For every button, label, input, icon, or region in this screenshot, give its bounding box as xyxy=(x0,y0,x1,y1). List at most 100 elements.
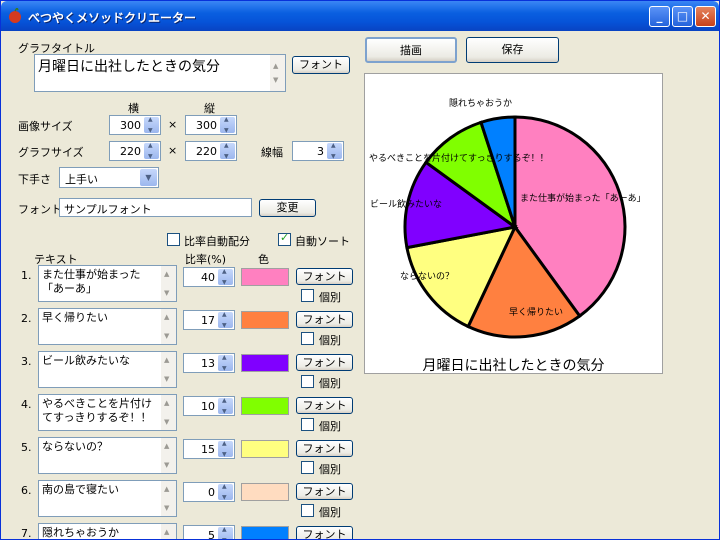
graph-height-spinner[interactable]: 220 xyxy=(185,141,237,161)
scrollbar[interactable] xyxy=(161,266,176,301)
row-font-button[interactable]: フォント xyxy=(296,440,353,457)
row-ratio-value: 15 xyxy=(201,443,215,456)
auto-sort-checkbox[interactable] xyxy=(278,231,291,246)
row-font-button[interactable]: フォント xyxy=(296,268,353,285)
row-ratio-spinner[interactable]: 13 xyxy=(183,353,235,373)
maximize-icon: □ xyxy=(676,9,689,23)
row-individual-checkbox[interactable] xyxy=(301,375,314,388)
scrollbar[interactable] xyxy=(161,309,176,344)
slice-label-5: 隠れちゃおうか xyxy=(449,99,513,109)
spinner-arrows[interactable] xyxy=(144,116,159,134)
scrollbar[interactable] xyxy=(161,438,176,473)
save-button[interactable]: 保存 xyxy=(466,37,559,63)
slice-label-2: ならないの？ xyxy=(400,272,455,282)
row-ratio-spinner[interactable]: 10 xyxy=(183,396,235,416)
spinner-arrows[interactable] xyxy=(218,311,233,329)
spinner-arrows[interactable] xyxy=(144,142,159,160)
line-width-spinner[interactable]: 3 xyxy=(292,141,344,161)
draw-button[interactable]: 描画 xyxy=(365,37,457,63)
row-color-swatch[interactable] xyxy=(241,483,289,501)
row-ratio-spinner[interactable]: 5 xyxy=(183,525,235,539)
scrollbar[interactable] xyxy=(270,55,285,91)
graph-width-spinner[interactable]: 220 xyxy=(109,141,161,161)
scrollbar[interactable] xyxy=(161,395,176,430)
times-sign: × xyxy=(168,118,178,131)
line-width-label: 線幅 xyxy=(261,146,283,159)
row-font-button[interactable]: フォント xyxy=(296,397,353,414)
font-name-field[interactable]: サンプルフォント xyxy=(59,198,252,217)
row-text-input[interactable]: 南の島で寝たい xyxy=(38,480,177,517)
row-text-input[interactable]: 隠れちゃおうか xyxy=(38,523,177,539)
row-ratio-value: 40 xyxy=(201,271,215,284)
spinner-arrows[interactable] xyxy=(327,142,342,160)
chevron-down-icon[interactable]: ▼ xyxy=(140,169,157,186)
ratio-column-header: 比率(%) xyxy=(185,253,227,266)
row-text-input[interactable]: ビール飲みたいな xyxy=(38,351,177,388)
row-color-swatch[interactable] xyxy=(241,311,289,329)
graph-preview: また仕事が始まった「あーあ」 早く帰りたい ならないの？ ビール飲みたいな やる… xyxy=(364,73,663,374)
spinner-arrows[interactable] xyxy=(220,142,235,160)
row-ratio-spinner[interactable]: 17 xyxy=(183,310,235,330)
title-bar[interactable]: べつやくメソッドクリエーター _ □ ✕ xyxy=(1,1,719,31)
maximize-button[interactable]: □ xyxy=(672,6,693,27)
graph-title-input[interactable]: 月曜日に出社したときの気分 xyxy=(34,54,286,92)
row-individual-label: 個別 xyxy=(319,420,341,433)
spinner-arrows[interactable] xyxy=(218,268,233,286)
main-window: べつやくメソッドクリエーター _ □ ✕ グラフタイトル 月曜日に出社したときの… xyxy=(0,0,720,540)
row-text-value: ならないの？ xyxy=(42,440,108,453)
spinner-arrows[interactable] xyxy=(218,397,233,415)
spinner-arrows[interactable] xyxy=(218,483,233,501)
row-color-swatch[interactable] xyxy=(241,526,289,539)
row-number: 4. xyxy=(21,398,32,411)
row-number: 3. xyxy=(21,355,32,368)
image-height-value: 300 xyxy=(196,119,217,132)
row-color-swatch[interactable] xyxy=(241,354,289,372)
row-text-input[interactable]: ならないの？ xyxy=(38,437,177,474)
title-font-button[interactable]: フォント xyxy=(292,56,350,74)
row-individual-checkbox[interactable] xyxy=(301,332,314,345)
row-font-button[interactable]: フォント xyxy=(296,526,353,539)
row-ratio-spinner[interactable]: 40 xyxy=(183,267,235,287)
image-height-spinner[interactable]: 300 xyxy=(185,115,237,135)
row-font-button[interactable]: フォント xyxy=(296,311,353,328)
row-ratio-spinner[interactable]: 0 xyxy=(183,482,235,502)
image-width-spinner[interactable]: 300 xyxy=(109,115,161,135)
row-font-button[interactable]: フォント xyxy=(296,354,353,371)
row-font-button[interactable]: フォント xyxy=(296,483,353,500)
row-individual-checkbox[interactable] xyxy=(301,289,314,302)
close-button[interactable]: ✕ xyxy=(695,6,716,27)
row-individual-checkbox[interactable] xyxy=(301,461,314,474)
row-number: 6. xyxy=(21,484,32,497)
height-header: 縦 xyxy=(204,102,215,115)
row-text-input[interactable]: 早く帰りたい xyxy=(38,308,177,345)
row-individual-checkbox[interactable] xyxy=(301,418,314,431)
row-color-swatch[interactable] xyxy=(241,397,289,415)
width-header: 横 xyxy=(128,102,139,115)
graph-width-value: 220 xyxy=(120,145,141,158)
font-change-button[interactable]: 変更 xyxy=(259,199,316,217)
spinner-arrows[interactable] xyxy=(218,526,233,539)
row-text-input[interactable]: また仕事が始まった「あーあ」 xyxy=(38,265,177,302)
spinner-arrows[interactable] xyxy=(220,116,235,134)
clumsiness-select[interactable]: 上手い ▼ xyxy=(59,167,159,188)
row-individual-checkbox[interactable] xyxy=(301,504,314,517)
scrollbar[interactable] xyxy=(161,481,176,516)
row-color-swatch[interactable] xyxy=(241,268,289,286)
row-text-value: 早く帰りたい xyxy=(42,311,108,324)
image-width-value: 300 xyxy=(120,119,141,132)
row-color-swatch[interactable] xyxy=(241,440,289,458)
scrollbar[interactable] xyxy=(161,524,176,539)
row-ratio-value: 13 xyxy=(201,357,215,370)
row-ratio-value: 10 xyxy=(201,400,215,413)
minimize-icon: _ xyxy=(656,9,663,23)
minimize-button[interactable]: _ xyxy=(649,6,670,27)
spinner-arrows[interactable] xyxy=(218,354,233,372)
row-text-value: 南の島で寝たい xyxy=(42,483,119,496)
row-ratio-spinner[interactable]: 15 xyxy=(183,439,235,459)
scrollbar[interactable] xyxy=(161,352,176,387)
row-text-input[interactable]: やるべきことを片付けてすっきりするぞ！！ xyxy=(38,394,177,431)
row-number: 1. xyxy=(21,269,32,282)
spinner-arrows[interactable] xyxy=(218,440,233,458)
auto-ratio-checkbox[interactable] xyxy=(167,233,180,246)
graph-caption: 月曜日に出社したときの気分 xyxy=(422,358,605,374)
